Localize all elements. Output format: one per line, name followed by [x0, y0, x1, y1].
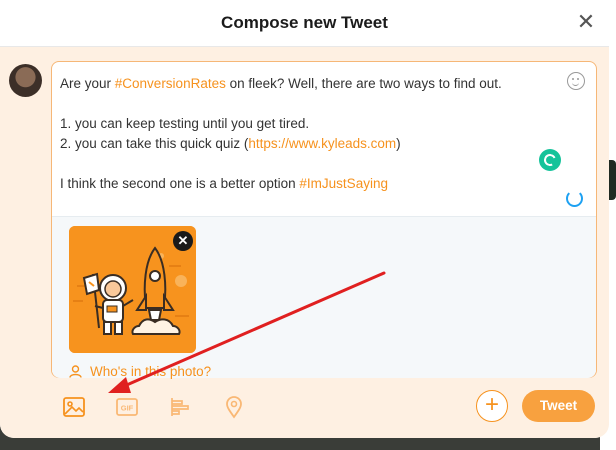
tweet-line: Are your #ConversionRates on fleek? Well…	[60, 74, 540, 94]
close-icon[interactable]: ✕	[573, 10, 599, 36]
tweet-text[interactable]: Are your #ConversionRates on fleek? Well…	[60, 74, 540, 194]
text-segment: on fleek? Well, there are two ways to fi…	[225, 76, 502, 91]
gif-icon[interactable]: GIF	[115, 395, 139, 419]
media-attachment-area: ✕ Who's in this photo?	[52, 216, 596, 379]
location-icon[interactable]	[222, 395, 246, 419]
compose-tweet-dialog: Compose new Tweet ✕ Are your #Conversion…	[0, 0, 609, 438]
tweet-editor[interactable]: Are your #ConversionRates on fleek? Well…	[51, 61, 597, 379]
person-icon	[69, 365, 82, 378]
image-icon[interactable]	[62, 395, 86, 419]
tag-people-link[interactable]: Who's in this photo?	[69, 364, 211, 382]
text-segment: Are your	[60, 76, 115, 91]
text-segment: 1. you can keep testing until you get ti…	[60, 116, 310, 131]
hashtag-link[interactable]: #ConversionRates	[115, 76, 226, 91]
grammarly-icon[interactable]	[539, 149, 561, 171]
dialog-header: Compose new Tweet ✕	[0, 0, 609, 47]
svg-text:GIF: GIF	[121, 404, 134, 413]
tag-people-label: Who's in this photo?	[90, 364, 212, 379]
progress-ring-icon	[566, 190, 583, 207]
tweet-line: 1. you can keep testing until you get ti…	[60, 114, 540, 134]
text-segment: I think the second one is a better optio…	[60, 176, 300, 191]
add-tweet-button[interactable]: +	[476, 390, 508, 422]
attached-image[interactable]: ✕	[69, 226, 196, 353]
tweet-button[interactable]: Tweet	[522, 390, 595, 422]
text-segment: )	[396, 136, 401, 151]
dialog-body: Are your #ConversionRates on fleek? Well…	[0, 47, 609, 438]
poll-icon[interactable]	[168, 395, 192, 419]
dialog-title: Compose new Tweet	[221, 13, 388, 32]
compose-toolbar: GIF + Tweet	[51, 385, 601, 429]
url-link[interactable]: https://www.kyleads.com	[248, 136, 396, 151]
hashtag-link[interactable]: #ImJustSaying	[299, 176, 388, 191]
emoji-icon[interactable]	[567, 72, 585, 90]
text-segment: 2. you can take this quick quiz (	[60, 136, 249, 151]
tweet-line: 2. you can take this quick quiz (https:/…	[60, 134, 540, 154]
remove-image-icon[interactable]: ✕	[173, 231, 193, 251]
user-avatar[interactable]	[9, 64, 42, 97]
tweet-line: I think the second one is a better optio…	[60, 174, 540, 194]
